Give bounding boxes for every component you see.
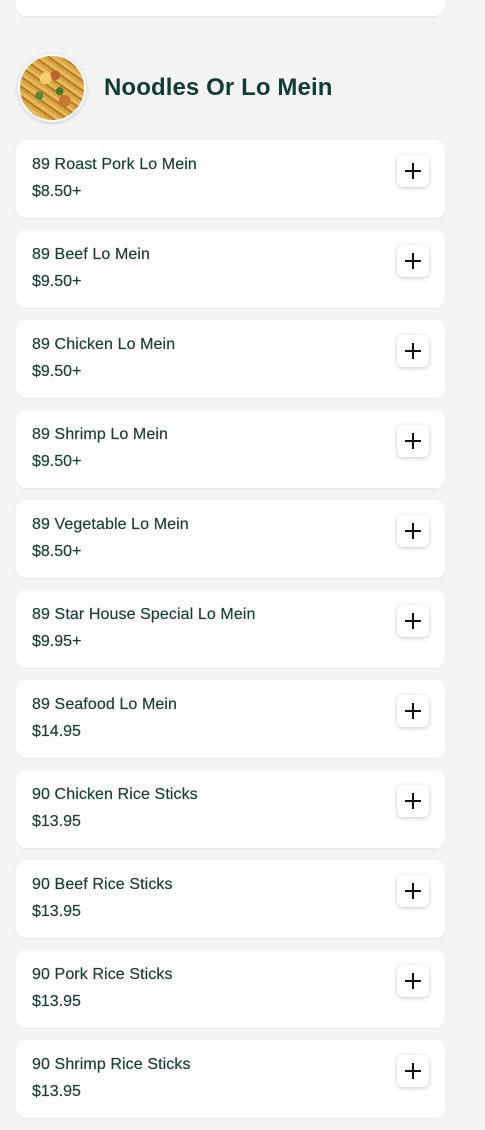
- menu-item-name: 89 Star House Special Lo Mein: [32, 606, 256, 623]
- add-item-button[interactable]: [397, 1055, 429, 1087]
- menu-item-card[interactable]: 89 Chicken Lo Mein $9.50+: [16, 320, 445, 398]
- menu-item-card[interactable]: 90 Chicken Rice Sticks $13.95: [16, 770, 445, 848]
- menu-item-price: $13.95: [32, 1083, 81, 1100]
- menu-item-name: 90 Beef Rice Sticks: [32, 876, 173, 893]
- add-item-button[interactable]: [397, 515, 429, 547]
- section-title: Noodles Or Lo Mein: [104, 74, 333, 101]
- menu-item-price: $13.95: [32, 903, 81, 920]
- menu-item-price: $9.95+: [32, 633, 82, 650]
- menu-item-card[interactable]: 90 Shrimp Rice Sticks $13.95: [16, 1040, 445, 1118]
- add-item-button[interactable]: [397, 965, 429, 997]
- section-thumbnail-image: [18, 54, 86, 122]
- plus-icon: [405, 613, 421, 629]
- plus-icon: [405, 973, 421, 989]
- add-item-button[interactable]: [397, 605, 429, 637]
- previous-section-card[interactable]: [16, 0, 445, 16]
- add-item-button[interactable]: [397, 155, 429, 187]
- menu-item-card[interactable]: 90 Beef Rice Sticks $13.95: [16, 860, 445, 938]
- menu-item-card[interactable]: 89 Shrimp Lo Mein $9.50+: [16, 410, 445, 488]
- menu-item-price: $9.50+: [32, 453, 82, 470]
- menu-item-card[interactable]: 89 Seafood Lo Mein $14.95: [16, 680, 445, 758]
- menu-item-name: 89 Vegetable Lo Mein: [32, 516, 189, 533]
- plus-icon: [405, 1063, 421, 1079]
- menu-item-name: 89 Roast Pork Lo Mein: [32, 156, 197, 173]
- menu-item-price: $8.50+: [32, 543, 82, 560]
- menu-item-price: $9.50+: [32, 363, 82, 380]
- add-item-button[interactable]: [397, 875, 429, 907]
- plus-icon: [405, 433, 421, 449]
- menu-item-card[interactable]: 90 Pork Rice Sticks $13.95: [16, 950, 445, 1028]
- menu-item-price: $8.50+: [32, 183, 82, 200]
- menu-item-card[interactable]: 89 Vegetable Lo Mein $8.50+: [16, 500, 445, 578]
- add-item-button[interactable]: [397, 245, 429, 277]
- add-item-button[interactable]: [397, 335, 429, 367]
- plus-icon: [405, 163, 421, 179]
- menu-item-price: $14.95: [32, 723, 81, 740]
- menu-item-name: 89 Shrimp Lo Mein: [32, 426, 168, 443]
- plus-icon: [405, 523, 421, 539]
- section-header: Noodles Or Lo Mein: [18, 54, 332, 122]
- plus-icon: [405, 253, 421, 269]
- menu-item-name: 89 Chicken Lo Mein: [32, 336, 176, 353]
- plus-icon: [405, 793, 421, 809]
- add-item-button[interactable]: [397, 425, 429, 457]
- add-item-button[interactable]: [397, 785, 429, 817]
- menu-item-list: 89 Roast Pork Lo Mein $8.50+ 89 Beef Lo Me…: [16, 140, 445, 1130]
- menu-item-name: 89 Seafood Lo Mein: [32, 696, 178, 713]
- menu-item-name: 89 Beef Lo Mein: [32, 246, 151, 263]
- menu-item-price: $13.95: [32, 813, 81, 830]
- plus-icon: [405, 343, 421, 359]
- plus-icon: [405, 703, 421, 719]
- menu-item-price: $9.50+: [32, 273, 82, 290]
- add-item-button[interactable]: [397, 695, 429, 727]
- menu-item-name: 90 Chicken Rice Sticks: [32, 786, 198, 803]
- plus-icon: [405, 883, 421, 899]
- menu-item-card[interactable]: 89 Star House Special Lo Mein $9.95+: [16, 590, 445, 668]
- menu-item-name: 90 Pork Rice Sticks: [32, 966, 173, 983]
- menu-item-card[interactable]: 89 Roast Pork Lo Mein $8.50+: [16, 140, 445, 218]
- menu-item-price: $13.95: [32, 993, 81, 1010]
- menu-item-name: 90 Shrimp Rice Sticks: [32, 1056, 191, 1073]
- menu-item-card[interactable]: 89 Beef Lo Mein $9.50+: [16, 230, 445, 308]
